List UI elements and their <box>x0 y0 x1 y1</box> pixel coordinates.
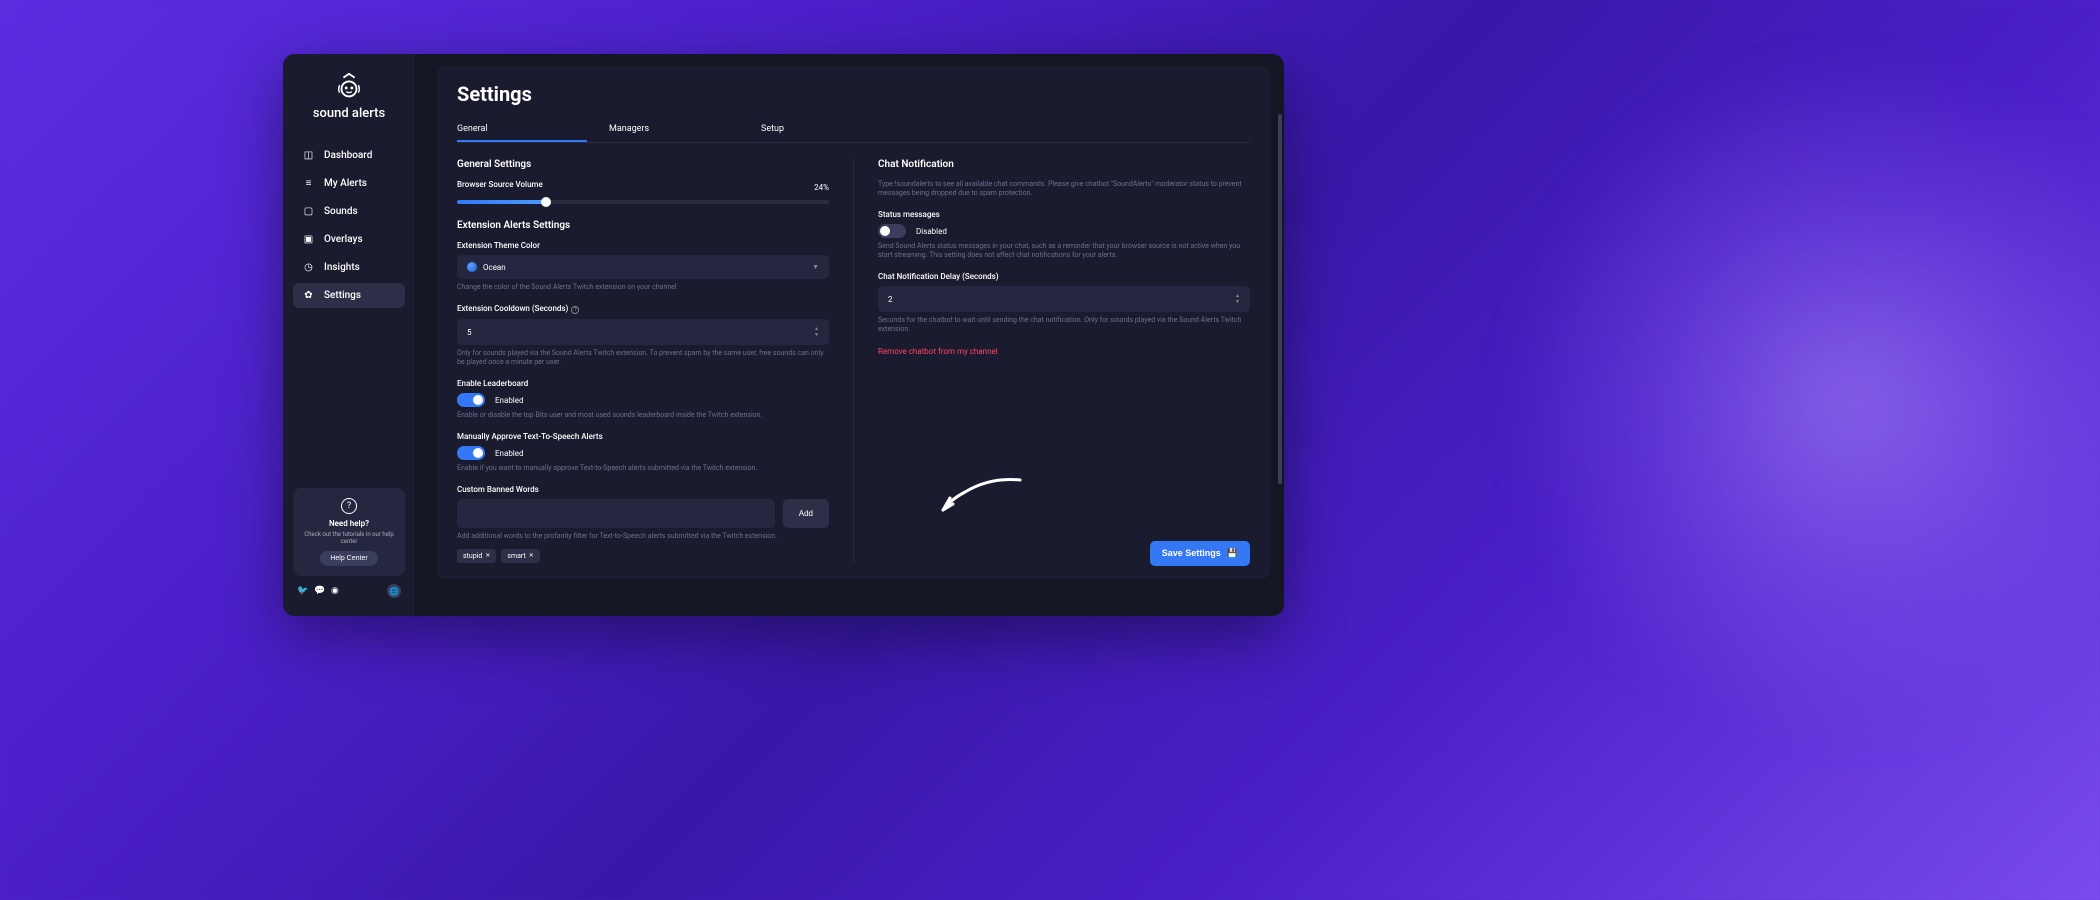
leaderboard-toggle[interactable] <box>457 393 485 407</box>
alerts-icon: ≡ <box>303 178 314 189</box>
column-divider <box>853 159 854 563</box>
social-links: 🐦 💬 ◉ 🌐 <box>293 576 405 598</box>
theme-label: Extension Theme Color <box>457 241 829 250</box>
language-selector[interactable]: 🌐 <box>387 584 401 598</box>
overlays-icon: ▣ <box>303 234 314 245</box>
banned-label: Custom Banned Words <box>457 485 829 494</box>
twitter-icon[interactable]: 🐦 <box>297 586 307 596</box>
leaderboard-state: Enabled <box>495 396 524 405</box>
stepper-down-icon[interactable]: ▼ <box>814 332 819 338</box>
help-center-button[interactable]: Help Center <box>320 551 377 566</box>
volume-slider[interactable] <box>457 200 829 204</box>
banned-word-input[interactable] <box>457 499 775 528</box>
banned-chip: stupid✕ <box>457 549 496 563</box>
sidebar-item-dashboard[interactable]: ◫Dashboard <box>293 143 405 168</box>
help-text: Check out the tutorials in our help cent… <box>301 531 397 545</box>
chip-remove-icon[interactable]: ✕ <box>485 552 490 559</box>
app-logo: sound alerts <box>293 72 405 121</box>
tts-approve-toggle[interactable] <box>457 446 485 460</box>
tts-label: Manually Approve Text-To-Speech Alerts <box>457 432 829 441</box>
status-state: Disabled <box>916 227 947 236</box>
status-messages-toggle[interactable] <box>878 224 906 238</box>
sounds-icon: ▢ <box>303 206 314 217</box>
delay-label: Chat Notification Delay (Seconds) <box>878 272 1250 281</box>
sound-alerts-icon <box>334 72 364 102</box>
banned-chip: smart✕ <box>501 549 539 563</box>
volume-value: 24% <box>814 183 829 192</box>
status-desc: Send Sound Alerts status messages in you… <box>878 242 1250 260</box>
tts-state: Enabled <box>495 449 524 458</box>
leaderboard-label: Enable Leaderboard <box>457 379 829 388</box>
remove-chatbot-link[interactable]: Remove chatbot from my channel <box>878 347 1250 356</box>
help-title: Need help? <box>329 519 369 528</box>
main-content: Settings General Managers Setup General … <box>415 54 1284 616</box>
chip-remove-icon[interactable]: ✕ <box>529 552 534 559</box>
help-icon: ? <box>341 498 357 514</box>
sidebar-item-settings[interactable]: ✿Settings <box>293 283 405 308</box>
chat-section-title: Chat Notification <box>878 159 1250 170</box>
cooldown-stepper[interactable]: 5 ▲▼ <box>457 319 829 345</box>
cooldown-label: Extension Cooldown (Seconds)? <box>457 304 829 314</box>
page-title: Settings <box>457 82 1250 106</box>
insights-icon: ◷ <box>303 262 314 273</box>
scrollbar[interactable] <box>1278 114 1282 484</box>
cooldown-desc: Only for sounds played via the Sound Ale… <box>457 349 829 367</box>
help-card: ? Need help? Check out the tutorials in … <box>293 488 405 576</box>
chat-intro: Type !soundalerts to see all available c… <box>878 180 1250 198</box>
slider-thumb[interactable] <box>541 197 551 207</box>
save-icon: 💾 <box>1227 548 1238 559</box>
add-button[interactable]: Add <box>783 499 829 528</box>
tabs: General Managers Setup <box>457 118 1250 143</box>
color-swatch-icon <box>467 262 477 272</box>
theme-desc: Change the color of the Sound Alerts Twi… <box>457 283 829 292</box>
app-window: sound alerts ◫Dashboard ≡My Alerts ▢Soun… <box>283 54 1284 616</box>
delay-stepper[interactable]: 2 ▲▼ <box>878 286 1250 312</box>
instagram-icon[interactable]: ◉ <box>331 586 341 596</box>
tab-general[interactable]: General <box>457 118 587 142</box>
app-name: sound alerts <box>313 106 385 121</box>
settings-icon: ✿ <box>303 290 314 301</box>
theme-select[interactable]: Ocean ▼ <box>457 255 829 279</box>
chevron-down-icon: ▼ <box>812 263 819 271</box>
stepper-down-icon[interactable]: ▼ <box>1235 299 1240 305</box>
sidebar-item-overlays[interactable]: ▣Overlays <box>293 227 405 252</box>
right-column: Chat Notification Type !soundalerts to s… <box>878 159 1250 563</box>
volume-label: Browser Source Volume <box>457 180 543 189</box>
tts-desc: Enable if you want to manually approve T… <box>457 464 829 473</box>
tab-managers[interactable]: Managers <box>609 118 739 142</box>
banned-desc: Add additional words to the profanity fi… <box>457 532 829 541</box>
delay-desc: Seconds for the chatbot to wait until se… <box>878 316 1250 334</box>
save-settings-button[interactable]: Save Settings💾 <box>1150 541 1250 566</box>
dashboard-icon: ◫ <box>303 150 314 161</box>
general-section-title: General Settings <box>457 159 829 170</box>
leaderboard-desc: Enable or disable the top Bits user and … <box>457 411 829 420</box>
discord-icon[interactable]: 💬 <box>314 586 324 596</box>
help-tooltip-icon[interactable]: ? <box>571 306 579 314</box>
extension-section-title: Extension Alerts Settings <box>457 220 829 231</box>
status-label: Status messages <box>878 210 1250 219</box>
sidebar: sound alerts ◫Dashboard ≡My Alerts ▢Soun… <box>283 54 415 616</box>
sidebar-item-insights[interactable]: ◷Insights <box>293 255 405 280</box>
left-column: General Settings Browser Source Volume 2… <box>457 159 829 563</box>
tab-setup[interactable]: Setup <box>761 118 891 142</box>
sidebar-item-sounds[interactable]: ▢Sounds <box>293 199 405 224</box>
sidebar-item-my-alerts[interactable]: ≡My Alerts <box>293 171 405 196</box>
